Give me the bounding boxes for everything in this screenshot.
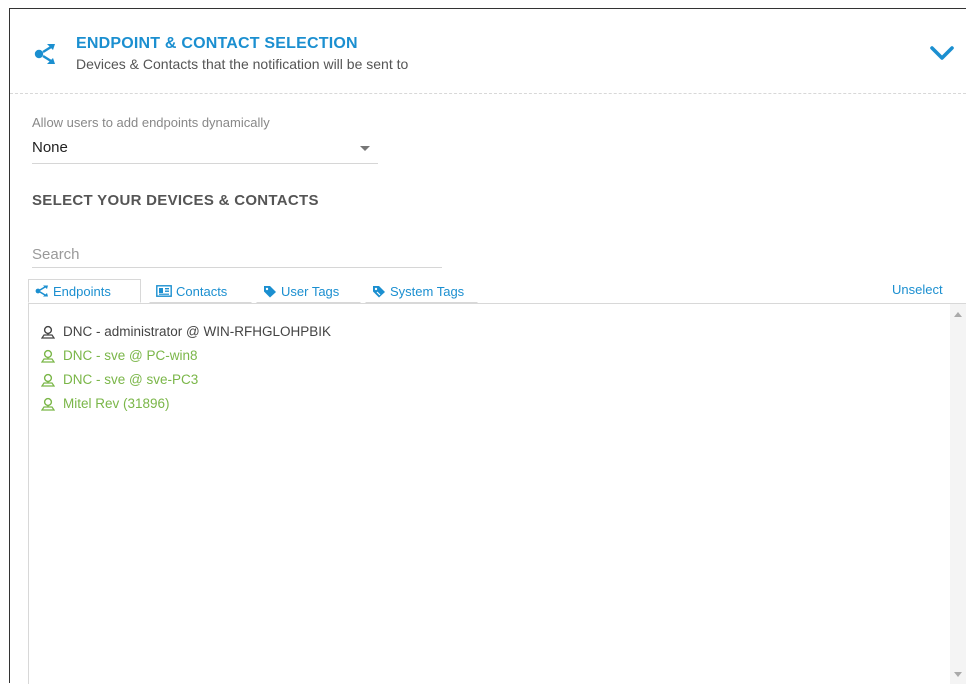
- panel-title: ENDPOINT & CONTACT SELECTION: [76, 35, 358, 52]
- list-item[interactable]: Mitel Rev (31896): [41, 396, 170, 411]
- dynamic-endpoints-select[interactable]: None: [32, 135, 378, 164]
- tab-endpoints-label: Endpoints: [53, 283, 111, 299]
- chevron-down-icon[interactable]: [928, 43, 956, 63]
- endpoint-list: DNC - administrator @ WIN-RFHGLOHPBIK DN…: [28, 304, 966, 684]
- list-item[interactable]: DNC - sve @ PC-win8: [41, 348, 197, 363]
- panel-header[interactable]: ENDPOINT & CONTACT SELECTION Devices & C…: [10, 9, 966, 94]
- share-nodes-icon: [34, 44, 55, 64]
- map-marker-icon: [41, 373, 55, 387]
- list-item[interactable]: DNC - administrator @ WIN-RFHGLOHPBIK: [41, 324, 331, 339]
- map-marker-icon: [41, 325, 55, 339]
- tab-system-tags[interactable]: System Tags: [365, 279, 478, 303]
- dynamic-endpoints-value: None: [32, 139, 68, 156]
- list-item[interactable]: DNC - sve @ sve-PC3: [41, 372, 198, 387]
- unselect-link[interactable]: Unselect: [892, 282, 943, 297]
- map-marker-icon: [41, 397, 55, 411]
- tag-icon: [264, 285, 276, 297]
- endpoint-label: Mitel Rev (31896): [63, 396, 170, 411]
- tab-system-tags-label: System Tags: [390, 283, 465, 299]
- tab-contacts[interactable]: Contacts: [149, 279, 252, 303]
- tab-user-tags-label: User Tags: [281, 283, 340, 299]
- tab-endpoints[interactable]: Endpoints: [28, 279, 141, 303]
- endpoint-label: DNC - administrator @ WIN-RFHGLOHPBIK: [63, 324, 331, 339]
- panel-subtitle: Devices & Contacts that the notification…: [76, 56, 409, 72]
- search-input[interactable]: [32, 241, 442, 268]
- endpoint-label: DNC - sve @ sve-PC3: [63, 372, 199, 387]
- endpoint-label: DNC - sve @ PC-win8: [63, 348, 198, 363]
- section-title: SELECT YOUR DEVICES & CONTACTS: [32, 192, 319, 209]
- endpoint-contact-panel: ENDPOINT & CONTACT SELECTION Devices & C…: [9, 8, 966, 684]
- caret-down-icon: [360, 146, 370, 151]
- tags-icon: [373, 285, 385, 297]
- scroll-down-arrow[interactable]: [954, 672, 962, 677]
- dynamic-endpoints-label: Allow users to add endpoints dynamically: [32, 115, 270, 130]
- contact-card-icon: [156, 285, 172, 297]
- scroll-up-arrow[interactable]: [954, 312, 962, 317]
- scrollbar[interactable]: [950, 304, 966, 684]
- tab-user-tags[interactable]: User Tags: [256, 279, 361, 303]
- tab-contacts-label: Contacts: [176, 283, 228, 299]
- map-marker-icon: [41, 349, 55, 363]
- share-nodes-icon: [35, 285, 48, 297]
